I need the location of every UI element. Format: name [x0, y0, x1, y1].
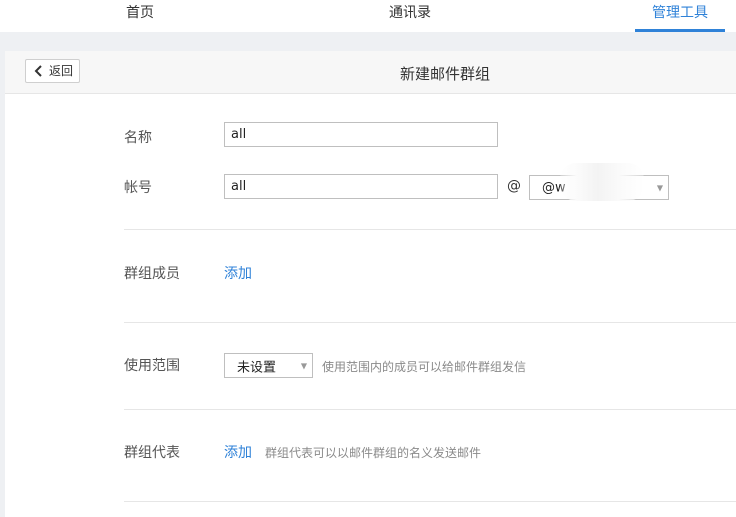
account-label: 帐号 [124, 180, 152, 196]
name-label: 名称 [124, 130, 152, 146]
dropdown-arrow-icon: ▼ [300, 361, 307, 370]
chevron-left-icon [34, 65, 42, 77]
tab-home-label: 首页 [126, 5, 154, 21]
active-tab-indicator [635, 29, 725, 32]
members-label: 群组成员 [124, 266, 180, 282]
add-members-link[interactable]: 添加 [224, 263, 252, 283]
tab-admin-tools[interactable]: 管理工具 [635, 0, 725, 32]
page-title: 新建邮件群组 [399, 65, 490, 83]
at-sign: @ [507, 178, 521, 194]
section-divider [124, 409, 736, 410]
scope-select[interactable]: 未设置 ▼ [224, 353, 313, 378]
section-divider [124, 229, 736, 230]
add-representatives-link[interactable]: 添加 [224, 442, 252, 462]
scope-select-value: 未设置 [237, 360, 277, 375]
name-input[interactable] [224, 122, 498, 147]
top-navigation: 首页 通讯录 管理工具 [0, 0, 736, 32]
representatives-label: 群组代表 [124, 445, 180, 461]
tab-admin-tools-label: 管理工具 [652, 5, 708, 21]
section-divider [124, 501, 736, 502]
section-divider [124, 322, 736, 323]
tab-home[interactable]: 首页 [118, 0, 162, 32]
account-input[interactable] [224, 174, 498, 199]
redaction-blur [560, 163, 644, 201]
scope-hint: 使用范围内的成员可以给邮件群组发信 [322, 360, 527, 374]
tab-contacts[interactable]: 通讯录 [383, 0, 437, 32]
panel-header: 返回 新建邮件群组 [5, 51, 736, 94]
tab-contacts-label: 通讯录 [389, 5, 431, 21]
representatives-hint: 群组代表可以以邮件群组的名义发送邮件 [265, 446, 482, 460]
new-mail-group-panel: 返回 新建邮件群组 名称 帐号 @ @w ▼ 群组成员 添加 使用范围 未设置 … [5, 51, 736, 517]
dropdown-arrow-icon: ▼ [656, 183, 663, 192]
back-button-label: 返回 [49, 64, 74, 78]
back-button[interactable]: 返回 [25, 59, 80, 83]
scope-label: 使用范围 [124, 358, 180, 374]
